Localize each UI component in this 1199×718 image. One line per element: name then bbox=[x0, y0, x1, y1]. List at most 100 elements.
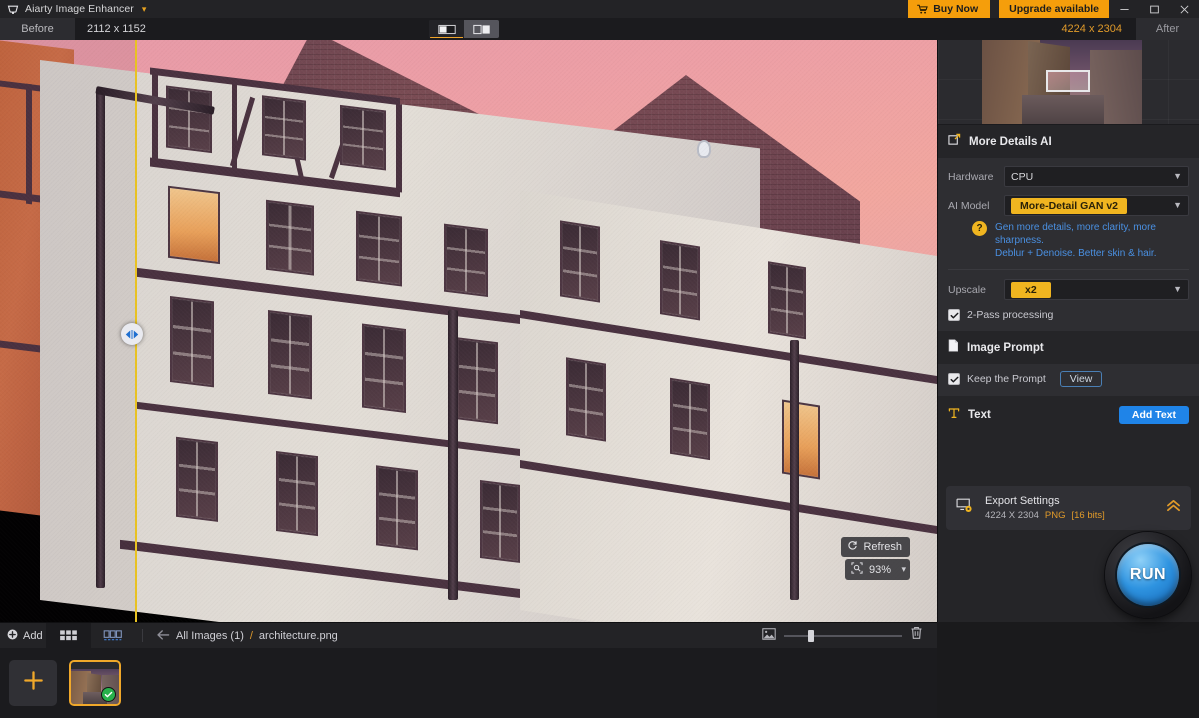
right-panel: More Details AI Hardware CPU ▼ AI Model … bbox=[937, 40, 1199, 622]
before-region bbox=[0, 40, 135, 622]
question-mark-icon[interactable]: ? bbox=[972, 221, 987, 236]
downpipe-right bbox=[790, 340, 799, 600]
zoom-level-value: 93% bbox=[869, 563, 892, 576]
chevron-down-icon[interactable]: ▾ bbox=[142, 4, 147, 14]
add-label: Add bbox=[23, 629, 43, 642]
ai-model-select[interactable]: More-Detail GAN v2 ▼ bbox=[1004, 195, 1189, 216]
export-settings-card[interactable]: Export Settings 4224 X 2304 PNG [16 bits… bbox=[946, 486, 1191, 530]
image-prompt-header: Image Prompt bbox=[938, 331, 1199, 364]
add-button[interactable]: Add bbox=[0, 623, 46, 648]
grid-view-icon[interactable] bbox=[46, 623, 91, 648]
chevron-down-icon[interactable]: ▾ bbox=[901, 564, 906, 575]
hardware-label: Hardware bbox=[948, 170, 994, 183]
after-label: After bbox=[1155, 23, 1180, 35]
text-section-header: Text Add Text bbox=[938, 396, 1199, 434]
minimize-icon[interactable] bbox=[1109, 0, 1139, 18]
check-icon bbox=[102, 688, 115, 701]
ai-model-hint-line1: Gen more details, more clarity, more sha… bbox=[995, 222, 1156, 246]
upscale-row: Upscale x2 ▼ bbox=[938, 275, 1199, 304]
upscale-value: x2 bbox=[1011, 281, 1051, 298]
upscale-select[interactable]: x2 ▼ bbox=[1004, 279, 1189, 300]
architecture-thumbnail[interactable] bbox=[69, 660, 121, 706]
ai-model-hint-row: ? Gen more details, more clarity, more s… bbox=[938, 220, 1199, 264]
slider-knob[interactable] bbox=[808, 629, 814, 642]
split-compare-handle-icon[interactable] bbox=[121, 323, 143, 345]
panel-divider bbox=[948, 269, 1189, 270]
navigator-preview[interactable] bbox=[938, 40, 1199, 125]
zoom-fit-icon bbox=[851, 562, 863, 577]
more-details-ai-header: More Details AI bbox=[938, 125, 1199, 158]
two-pass-row[interactable]: 2-Pass processing bbox=[938, 304, 1199, 323]
hardware-value: CPU bbox=[1011, 170, 1034, 183]
zoom-control[interactable]: 93% ▾ bbox=[845, 559, 910, 580]
filmstrip bbox=[0, 648, 937, 718]
ai-model-row: AI Model More-Detail GAN v2 ▼ bbox=[938, 191, 1199, 220]
double-chevron-up-icon[interactable] bbox=[1166, 499, 1181, 517]
buy-now-button[interactable]: Buy Now bbox=[908, 0, 991, 18]
window-controls bbox=[1109, 0, 1199, 18]
after-dimensions: 4224 x 2304 bbox=[1061, 23, 1122, 35]
breadcrumb-all-images[interactable]: All Images (1) bbox=[176, 630, 244, 642]
ai-model-value: More-Detail GAN v2 bbox=[1011, 197, 1128, 214]
cart-icon bbox=[917, 4, 928, 15]
navigator-viewport-rect[interactable] bbox=[1046, 70, 1090, 92]
run-area: RUN bbox=[938, 532, 1199, 622]
run-button[interactable]: RUN bbox=[1117, 544, 1179, 606]
bottom-toolbar-right bbox=[762, 623, 937, 648]
title-bar-left: Aiarty Image Enhancer ▾ bbox=[0, 3, 146, 15]
before-tab[interactable]: Before bbox=[0, 18, 75, 40]
hardware-select[interactable]: CPU ▼ bbox=[1004, 166, 1189, 187]
main-area: Refresh 93% ▾ More Details AI Hardware C… bbox=[0, 40, 1199, 622]
upscale-label: Upscale bbox=[948, 283, 986, 296]
add-image-tile[interactable] bbox=[9, 660, 57, 706]
add-text-button[interactable]: Add Text bbox=[1118, 406, 1189, 424]
export-settings-details: 4224 X 2304 PNG [16 bits] bbox=[985, 510, 1105, 521]
refresh-icon bbox=[847, 540, 858, 554]
upgrade-label: Upgrade available bbox=[1009, 3, 1099, 15]
after-tab[interactable]: After bbox=[1136, 18, 1199, 40]
image-prompt-body: Keep the Prompt View bbox=[938, 364, 1199, 396]
title-bar-right: Buy Now Upgrade available bbox=[908, 0, 1199, 18]
text-tool-icon bbox=[948, 406, 960, 424]
export-format: PNG bbox=[1044, 510, 1066, 521]
app-title: Aiarty Image Enhancer bbox=[25, 3, 134, 15]
before-dimensions: 2112 x 1152 bbox=[87, 23, 146, 35]
refresh-button[interactable]: Refresh bbox=[841, 537, 910, 557]
trash-icon[interactable] bbox=[910, 626, 923, 645]
image-size-icon bbox=[762, 627, 776, 645]
dormer-window bbox=[697, 140, 711, 158]
bottom-toolbar: Add All Images (1) / architecture.png bbox=[0, 622, 937, 648]
export-bit-depth: [16 bits] bbox=[1071, 510, 1105, 521]
document-icon bbox=[948, 339, 959, 357]
two-pass-label: 2-Pass processing bbox=[967, 309, 1054, 321]
run-knob: RUN bbox=[1105, 532, 1191, 618]
image-prompt-title: Image Prompt bbox=[967, 342, 1044, 354]
more-details-ai-icon bbox=[948, 133, 961, 151]
upgrade-available-button[interactable]: Upgrade available bbox=[999, 0, 1109, 18]
arrow-left-icon[interactable] bbox=[157, 629, 170, 643]
export-dimensions: 4224 X 2304 bbox=[985, 510, 1039, 521]
split-vertical-view-button[interactable] bbox=[429, 20, 464, 38]
downpipe-mid bbox=[448, 310, 458, 600]
chevron-down-icon: ▼ bbox=[1173, 171, 1182, 181]
ai-model-hint-line2: Deblur + Denoise. Better skin & hair. bbox=[995, 248, 1157, 259]
two-pass-checkbox[interactable] bbox=[948, 309, 960, 321]
keep-prompt-label: Keep the Prompt bbox=[967, 373, 1046, 385]
app-window: Aiarty Image Enhancer ▾ Buy Now Upgrade … bbox=[0, 0, 1199, 718]
filmstrip-view-icon[interactable] bbox=[91, 623, 136, 648]
refresh-label: Refresh bbox=[863, 541, 902, 553]
hardware-row: Hardware CPU ▼ bbox=[938, 162, 1199, 191]
breadcrumb-current-file: architecture.png bbox=[258, 629, 338, 642]
keep-prompt-row[interactable]: Keep the Prompt View bbox=[938, 370, 1199, 389]
before-label: Before bbox=[21, 23, 54, 35]
image-canvas[interactable]: Refresh 93% ▾ bbox=[0, 40, 937, 622]
export-settings-text: Export Settings 4224 X 2304 PNG [16 bits… bbox=[985, 495, 1105, 521]
done-badge bbox=[101, 687, 116, 702]
side-by-side-view-button[interactable] bbox=[464, 20, 499, 38]
view-prompt-button[interactable]: View bbox=[1059, 371, 1103, 387]
maximize-icon[interactable] bbox=[1139, 0, 1169, 18]
close-icon[interactable] bbox=[1169, 0, 1199, 18]
chevron-down-icon: ▼ bbox=[1173, 284, 1182, 294]
keep-prompt-checkbox[interactable] bbox=[948, 373, 960, 385]
thumbnail-size-slider[interactable] bbox=[784, 629, 902, 642]
